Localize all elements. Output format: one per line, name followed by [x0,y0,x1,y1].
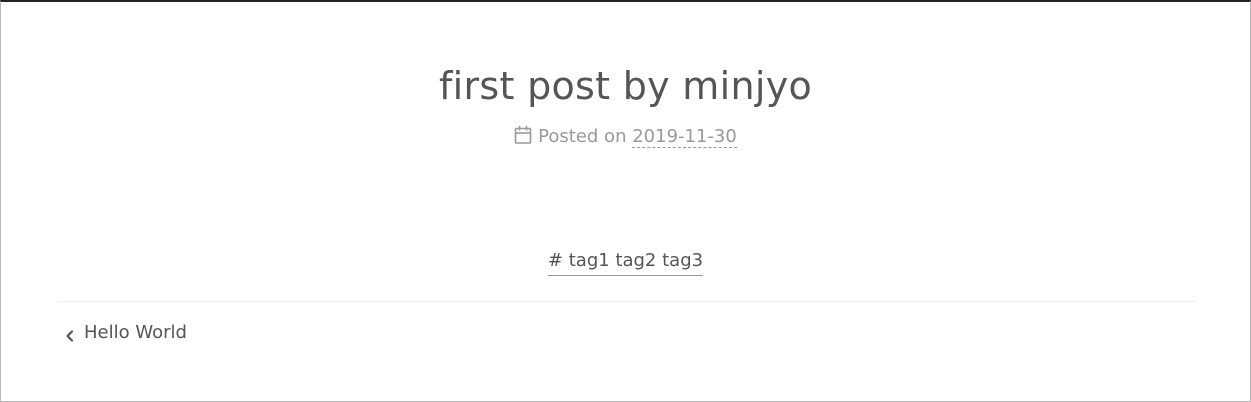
posted-on-label: Posted on [538,126,627,147]
page-frame: first post by minjyo Posted on 2019-11-3… [0,0,1251,402]
post-title: first post by minjyo [438,64,813,108]
post-date-link[interactable]: 2019-11-30 [632,126,737,148]
prev-post-link[interactable]: Hello World [64,320,187,346]
tag-link[interactable]: # tag1 tag2 tag3 [547,250,704,276]
post-tags: # tag1 tag2 tag3 [1,248,1250,276]
calendar-icon [514,125,532,145]
divider [58,301,1196,302]
post-meta: Posted on 2019-11-30 [1,124,1250,150]
chevron-left-icon [64,325,76,342]
prev-post-label: Hello World [84,322,187,343]
